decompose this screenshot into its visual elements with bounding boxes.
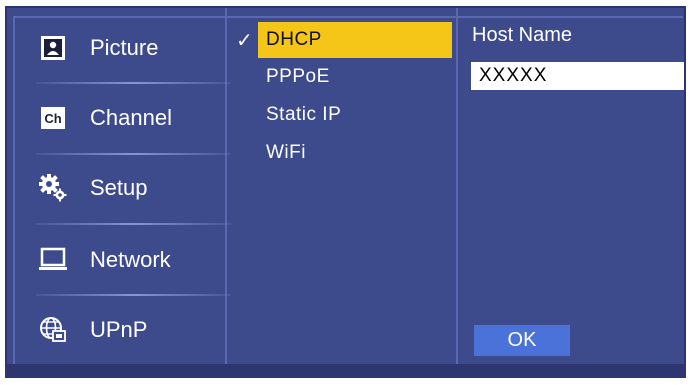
sidebar-item-label: Channel (90, 105, 172, 130)
screen: Picture Ch Channel Setup Network UPnP ✓ … (0, 0, 691, 385)
sidebar-item-label: UPnP (90, 317, 148, 342)
channel-icon-text: Ch (41, 107, 65, 129)
sidebar-item-label: Network (90, 247, 171, 272)
ok-button[interactable]: OK (474, 325, 570, 356)
network-mode-label: PPPoE (266, 66, 330, 87)
network-mode-pppoe[interactable]: PPPoE (258, 59, 452, 95)
selected-check-icon: ✓ (236, 30, 253, 52)
sidebar-divider (36, 223, 231, 225)
sidebar-divider (36, 82, 231, 84)
sidebar-item-label: Setup (90, 175, 148, 200)
sidebar-item-upnp[interactable]: UPnP (20, 300, 225, 360)
sidebar-divider (36, 294, 231, 296)
setup-gears-icon (38, 173, 68, 203)
sidebar-item-network[interactable]: Network (20, 230, 225, 290)
bottom-strip (5, 364, 686, 378)
network-mode-label: Static IP (266, 104, 342, 125)
network-mode-label: WiFi (266, 142, 306, 163)
channel-icon: Ch (38, 103, 68, 133)
picture-icon (38, 33, 68, 63)
sidebar-divider (36, 153, 231, 155)
network-mode-label: DHCP (266, 29, 322, 50)
globe-network-icon (38, 315, 68, 345)
network-mode-wifi[interactable]: WiFi (258, 135, 452, 171)
network-mode-dhcp[interactable]: DHCP (258, 22, 452, 58)
sidebar-item-label: Picture (90, 35, 159, 60)
sidebar-item-setup[interactable]: Setup (20, 158, 225, 218)
sidebar-item-picture[interactable]: Picture (20, 18, 225, 78)
sidebar-item-channel[interactable]: Ch Channel (20, 88, 225, 148)
sidebar: Picture Ch Channel Setup Network UPnP (20, 18, 231, 363)
column-separator-left (225, 8, 227, 364)
host-settings: Host Name OK (460, 18, 686, 363)
network-mode-static-ip[interactable]: Static IP (258, 97, 452, 133)
laptop-network-icon (38, 245, 68, 275)
host-name-label: Host Name (472, 24, 573, 46)
column-separator-right (456, 8, 458, 364)
host-name-input[interactable] (471, 62, 684, 90)
network-mode-list: ✓ DHCP PPPoE Static IP WiFi (230, 18, 456, 363)
